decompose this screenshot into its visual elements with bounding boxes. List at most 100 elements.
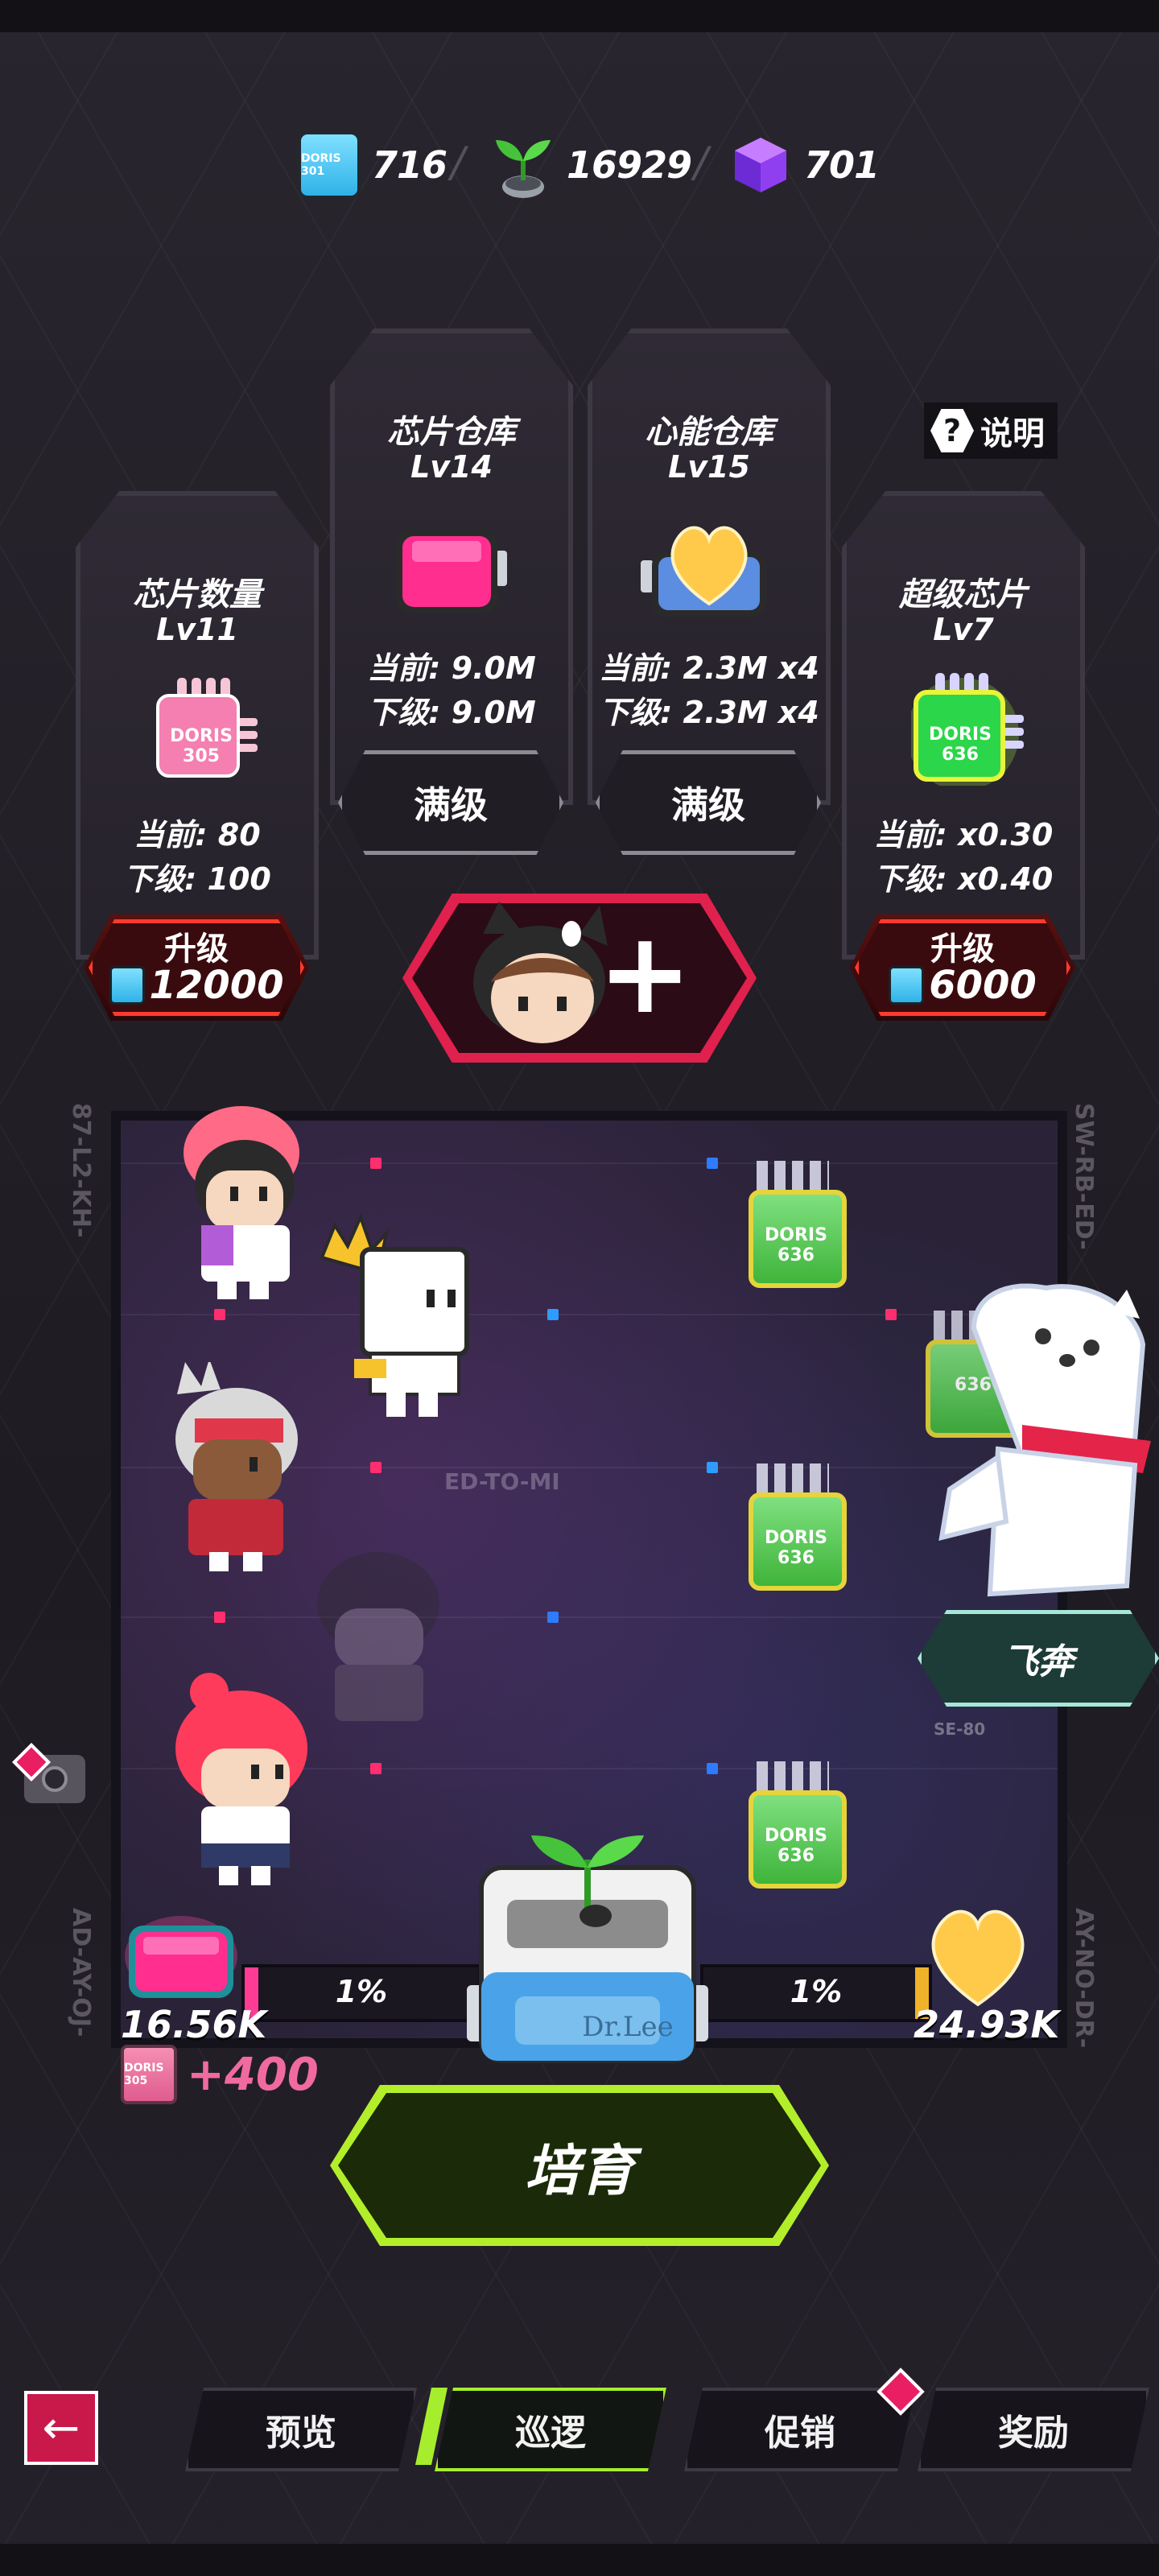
pink-storage-icon bbox=[121, 1900, 241, 2004]
plus-icon: + bbox=[597, 908, 692, 1039]
card-super-chip: 超级芯片 Lv7 DORIS 636 当前: x0.30 下级: x0.40 bbox=[842, 491, 1085, 960]
hero-pink-beanie bbox=[184, 1106, 299, 1299]
side-code: 87-L2-KH- bbox=[67, 1103, 95, 1238]
chip-pins bbox=[757, 1761, 829, 1794]
upgrade-cost: 12000 bbox=[84, 963, 309, 1008]
chip-gain: DORIS 305 +400 bbox=[121, 2045, 319, 2104]
upgrade-cost-value: 12000 bbox=[149, 963, 284, 1008]
tab-rewards[interactable]: 奖励 bbox=[918, 2388, 1149, 2471]
help-button[interactable]: ? 说明 bbox=[924, 402, 1058, 459]
card-heart-storage: 心能仓库 Lv15 当前: 2.3M x4 下级: 2.3M x4 bbox=[588, 328, 831, 805]
card-level: Lv14 bbox=[410, 449, 493, 485]
question-icon: ? bbox=[930, 409, 974, 452]
lane-dot bbox=[370, 1158, 382, 1169]
resource-chips: DORIS 301 716 bbox=[298, 129, 448, 201]
resource-sprouts-value: 16929 bbox=[567, 143, 692, 187]
resource-cubes-value: 701 bbox=[804, 143, 880, 187]
card-title: 超级芯片 bbox=[899, 576, 1028, 613]
upgrade-super-chip-button[interactable]: 升级 6000 bbox=[850, 914, 1075, 1021]
back-button[interactable]: ← bbox=[24, 2391, 98, 2465]
dr-lee-machine: Dr.Lee bbox=[467, 1835, 708, 2069]
card-title: 心能仓库 bbox=[645, 414, 773, 451]
side-code: SW-RB-ED- bbox=[1070, 1103, 1098, 1250]
card-current: 当前: 9.0M bbox=[367, 650, 536, 686]
card-chip-count: 芯片数量 Lv11 DORIS 305 当前: 80 下级: 100 bbox=[76, 491, 319, 960]
navigation-bar bbox=[0, 2544, 1159, 2576]
chip-code: DORIS 636 bbox=[765, 1225, 827, 1265]
card-next: 下级: x0.40 bbox=[873, 861, 1054, 897]
breed-button[interactable]: 培育 bbox=[330, 2085, 829, 2246]
chip-code: DORIS 305 bbox=[170, 726, 233, 766]
hero-white-hair bbox=[175, 1362, 298, 1571]
camera-lens bbox=[42, 1766, 68, 1792]
chip-enemy[interactable]: DORIS 636 bbox=[740, 1463, 847, 1591]
progress-percent: 1% bbox=[335, 1974, 388, 2009]
field-center-code: ED-TO-MI bbox=[444, 1468, 560, 1495]
lane-dot bbox=[370, 1462, 382, 1473]
arrow-left-icon: ← bbox=[42, 2401, 80, 2454]
lane-dot bbox=[547, 1309, 559, 1320]
lane-line bbox=[121, 1616, 1058, 1618]
card-next: 下级: 100 bbox=[123, 861, 271, 897]
resource-sprouts: 16929 bbox=[491, 129, 692, 201]
upgrade-cost: 6000 bbox=[850, 963, 1075, 1008]
hero-ghost bbox=[317, 1552, 439, 1721]
max-level-chip-storage-button[interactable]: 满级 bbox=[338, 750, 563, 855]
chip-enemy[interactable]: DORIS 636 bbox=[740, 1161, 847, 1288]
hero-box-head bbox=[320, 1212, 469, 1417]
tab-promotion[interactable]: 促销 bbox=[684, 2388, 916, 2471]
lane-dot bbox=[214, 1309, 225, 1320]
chip-code: DORIS 636 bbox=[929, 724, 992, 765]
chip-icon: DORIS 301 bbox=[298, 131, 361, 199]
card-title: 芯片仓库 bbox=[387, 414, 516, 451]
pink-storage-icon bbox=[391, 518, 512, 623]
green-chip-icon: DORIS 636 bbox=[906, 673, 1032, 791]
heart-storage-icon bbox=[641, 504, 777, 625]
chip-icon bbox=[889, 966, 925, 1005]
lane-dot bbox=[707, 1158, 718, 1169]
chip-code: DORIS 636 bbox=[765, 1528, 827, 1568]
chip-storage-value: 16.56K bbox=[121, 2003, 267, 2046]
tab-preview[interactable]: 预览 bbox=[185, 2388, 417, 2471]
lane-dot bbox=[370, 1763, 382, 1774]
card-level: Lv11 bbox=[156, 612, 238, 647]
breed-label: 培育 bbox=[338, 2093, 821, 2238]
lane-dot bbox=[707, 1462, 718, 1473]
chip-gain-value: +400 bbox=[187, 2048, 319, 2101]
card-level: Lv7 bbox=[933, 612, 994, 647]
help-label: 说明 bbox=[980, 415, 1045, 452]
chip-pins bbox=[757, 1161, 829, 1193]
field-partial-code: SE-80 bbox=[934, 1719, 986, 1739]
chip-pins bbox=[757, 1463, 829, 1496]
card-chip-storage: 芯片仓库 Lv14 当前: 9.0M 下级: 9.0M bbox=[330, 328, 573, 805]
pink-chip-icon: DORIS 305 bbox=[121, 2045, 177, 2104]
chip-icon bbox=[109, 966, 145, 1005]
card-current: 当前: 80 bbox=[134, 817, 261, 852]
upgrade-chip-count-button[interactable]: 升级 12000 bbox=[84, 914, 309, 1021]
polar-bear-character[interactable] bbox=[926, 1280, 1159, 1618]
dash-button[interactable]: 飞奔 bbox=[918, 1610, 1159, 1707]
hero-portrait bbox=[473, 902, 608, 1043]
card-level: Lv15 bbox=[668, 449, 750, 485]
lane-dot bbox=[885, 1309, 897, 1320]
chip-enemy[interactable]: DORIS 636 bbox=[740, 1761, 847, 1889]
machine-label: Dr.Lee bbox=[582, 2011, 674, 2043]
max-level-heart-storage-button[interactable]: 满级 bbox=[596, 750, 821, 855]
side-code: AD-AY-OJ- bbox=[67, 1908, 95, 2037]
tab-patrol[interactable]: 巡逻 bbox=[435, 2388, 666, 2471]
resource-chips-value: 716 bbox=[372, 143, 448, 187]
status-bar bbox=[0, 0, 1159, 32]
side-code: AY-NO-DR- bbox=[1070, 1908, 1098, 2049]
heart-storage-value: 24.93K bbox=[914, 2003, 1060, 2046]
lane-dot bbox=[707, 1763, 718, 1774]
add-hero-button[interactable]: + bbox=[402, 894, 757, 1063]
pink-chip-icon: DORIS 305 bbox=[153, 678, 258, 778]
heart-storage-progress-bar: 1% bbox=[700, 1964, 932, 2022]
card-next: 下级: 9.0M bbox=[367, 695, 536, 730]
card-title: 芯片数量 bbox=[133, 576, 262, 613]
sprout-icon bbox=[491, 129, 555, 201]
heart-icon bbox=[918, 1900, 1038, 2013]
card-next: 下级: 2.3M x4 bbox=[599, 695, 819, 730]
upgrade-cost-value: 6000 bbox=[929, 963, 1037, 1008]
chip-code: DORIS 636 bbox=[765, 1826, 827, 1866]
